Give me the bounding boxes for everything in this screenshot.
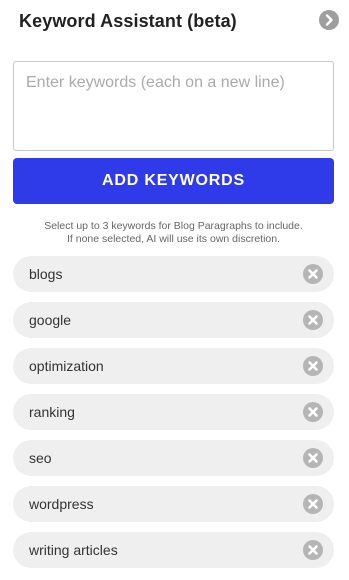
keyword-label: blogs <box>29 266 63 282</box>
keyword-list: blogs google optimization ranking seo wo… <box>13 256 334 578</box>
keywords-input[interactable] <box>13 61 334 151</box>
panel-title: Keyword Assistant (beta) <box>19 11 237 31</box>
keyword-label: seo <box>29 450 52 466</box>
chevron-right-circle-icon[interactable] <box>319 10 339 30</box>
keyword-label: ranking <box>29 404 75 420</box>
remove-x-circle-icon[interactable] <box>303 448 323 468</box>
remove-x-circle-icon[interactable] <box>303 264 323 284</box>
keyword-selection-hint: Select up to 3 keywords for Blog Paragra… <box>13 220 334 246</box>
keyword-label: writing articles <box>29 542 118 558</box>
panel-header: Keyword Assistant (beta) <box>19 10 339 34</box>
keyword-chip[interactable]: wordpress <box>13 486 334 522</box>
keyword-chip[interactable]: blogs <box>13 256 334 292</box>
remove-x-circle-icon[interactable] <box>303 310 323 330</box>
keyword-assistant-panel: Keyword Assistant (beta) ADD KEYWORDS Se… <box>0 0 349 580</box>
remove-x-circle-icon[interactable] <box>303 494 323 514</box>
keyword-label: wordpress <box>29 496 94 512</box>
keyword-label: optimization <box>29 358 104 374</box>
add-keywords-button[interactable]: ADD KEYWORDS <box>13 158 334 204</box>
keyword-chip[interactable]: seo <box>13 440 334 476</box>
keyword-chip[interactable]: writing articles <box>13 532 334 568</box>
hint-line-1: Select up to 3 keywords for Blog Paragra… <box>44 220 303 232</box>
remove-x-circle-icon[interactable] <box>303 540 323 560</box>
remove-x-circle-icon[interactable] <box>303 356 323 376</box>
remove-x-circle-icon[interactable] <box>303 402 323 422</box>
keyword-chip[interactable]: google <box>13 302 334 338</box>
hint-line-2: If none selected, AI will use its own di… <box>66 233 281 245</box>
keyword-chip[interactable]: ranking <box>13 394 334 430</box>
keyword-label: google <box>29 312 72 328</box>
keyword-chip[interactable]: optimization <box>13 348 334 384</box>
